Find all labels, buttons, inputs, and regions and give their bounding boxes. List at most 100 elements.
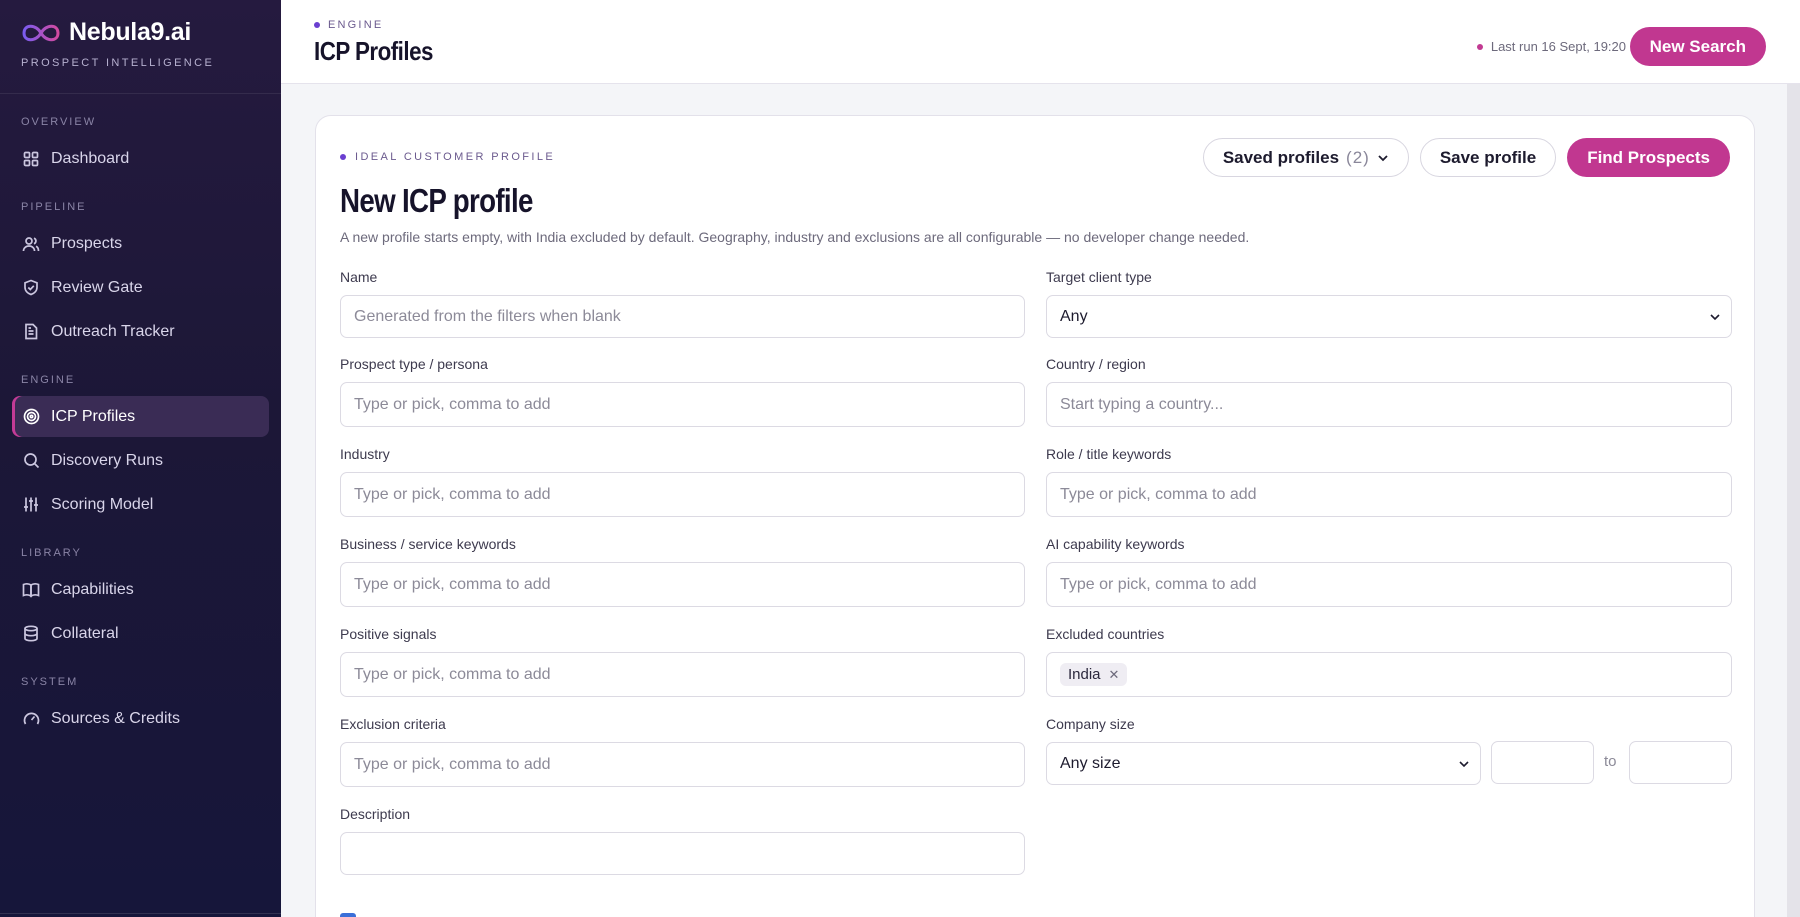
sidebar-item-label: ICP Profiles xyxy=(51,407,136,425)
card-title: New ICP profile xyxy=(340,182,533,219)
search-icon xyxy=(22,452,40,470)
card-subtitle: A new profile starts empty, with India e… xyxy=(340,229,1250,245)
sidebar-item-discovery-runs[interactable]: Discovery Runs xyxy=(12,440,269,481)
industry-group: Industry xyxy=(340,446,1025,517)
nav-section-engine: ENGINE xyxy=(21,374,76,386)
sidebar-item-outreach-tracker[interactable]: Outreach Tracker xyxy=(12,311,269,352)
sidebar-item-label: Scoring Model xyxy=(51,495,154,513)
country-input[interactable] xyxy=(1046,382,1732,427)
target-client-type-select[interactable]: Any xyxy=(1046,295,1732,338)
sidebar-item-label: Capabilities xyxy=(51,580,134,598)
eyebrow-label: IDEAL CUSTOMER PROFILE xyxy=(355,151,556,163)
icp-profile-card: IDEAL CUSTOMER PROFILE New ICP profile A… xyxy=(315,115,1755,917)
breadcrumb: ENGINE xyxy=(314,19,383,31)
company-size-select[interactable]: Any size xyxy=(1046,742,1481,785)
chevron-down-icon xyxy=(1378,154,1388,161)
country-group: Country / region xyxy=(1046,356,1732,427)
sidebar-item-icp-profiles[interactable]: ICP Profiles xyxy=(12,396,269,437)
save-profile-button[interactable]: Save profile xyxy=(1419,138,1557,177)
description-input[interactable] xyxy=(340,832,1025,875)
active-checkbox[interactable] xyxy=(340,913,356,917)
sidebar-item-sources-credits[interactable]: Sources & Credits xyxy=(12,698,269,739)
sidebar-item-scoring-model[interactable]: Scoring Model xyxy=(12,484,269,525)
prospect-type-input[interactable] xyxy=(340,382,1025,427)
excluded-countries-group: Excluded countries India ✕ xyxy=(1046,626,1732,697)
sidebar-divider xyxy=(0,913,281,917)
excluded-countries-label: Excluded countries xyxy=(1046,626,1165,642)
sliders-icon xyxy=(22,496,40,514)
name-label: Name xyxy=(340,269,378,285)
sidebar-item-review-gate[interactable]: Review Gate xyxy=(12,267,269,308)
positive-signals-label: Positive signals xyxy=(340,626,437,642)
sidebar-item-label: Collateral xyxy=(51,624,119,642)
role-keywords-group: Role / title keywords xyxy=(1046,446,1732,517)
sidebar-item-dashboard[interactable]: Dashboard xyxy=(12,138,269,179)
excluded-countries-input[interactable]: India ✕ xyxy=(1046,652,1732,697)
scrollbar[interactable] xyxy=(1787,84,1800,917)
saved-profiles-button[interactable]: Saved profiles (2) xyxy=(1202,138,1409,177)
target-icon xyxy=(22,408,40,426)
status-dot-icon xyxy=(1476,43,1483,50)
eyebrow-dot-icon xyxy=(340,154,346,160)
find-prospects-button[interactable]: Find Prospects xyxy=(1567,138,1730,177)
sidebar-item-label: Outreach Tracker xyxy=(51,322,175,340)
new-search-button[interactable]: New Search xyxy=(1629,27,1766,66)
shield-check-icon xyxy=(22,279,40,297)
sidebar-item-label: Dashboard xyxy=(51,149,130,167)
nav-section-library: LIBRARY xyxy=(21,547,82,559)
name-input[interactable] xyxy=(340,295,1025,338)
company-size-label: Company size xyxy=(1046,716,1135,732)
chip-label: India xyxy=(1068,666,1101,683)
sidebar-item-capabilities[interactable]: Capabilities xyxy=(12,569,269,610)
sidebar-item-label: Review Gate xyxy=(51,278,143,296)
target-client-type-value: Any xyxy=(1060,307,1088,325)
business-keywords-group: Business / service keywords xyxy=(340,536,1025,607)
page-title: ICP Profiles xyxy=(314,36,433,66)
sidebar: Nebula9.ai PROSPECT INTELLIGENCE OVERVIE… xyxy=(0,0,281,917)
last-run-status: Last run 16 Sept, 19:20 xyxy=(1476,39,1626,54)
gauge-icon xyxy=(22,710,40,728)
prospect-type-label: Prospect type / persona xyxy=(340,356,488,372)
saved-profiles-label: Saved profiles xyxy=(1222,147,1340,167)
breadcrumb-dot-icon xyxy=(314,22,320,28)
nav-section-pipeline: PIPELINE xyxy=(21,201,87,213)
nav-section-system: SYSTEM xyxy=(21,676,79,688)
ai-keywords-input[interactable] xyxy=(1046,562,1732,607)
topbar: ENGINE ICP Profiles Last run 16 Sept, 19… xyxy=(281,0,1800,84)
excluded-country-chip: India ✕ xyxy=(1060,663,1128,686)
prospect-type-group: Prospect type / persona xyxy=(340,356,1025,427)
positive-signals-input[interactable] xyxy=(340,652,1025,697)
database-icon xyxy=(22,625,40,643)
sidebar-item-label: Discovery Runs xyxy=(51,451,164,469)
business-keywords-input[interactable] xyxy=(340,562,1025,607)
ai-keywords-group: AI capability keywords xyxy=(1046,536,1732,607)
chevron-down-icon xyxy=(1710,313,1720,320)
target-client-type-label: Target client type xyxy=(1046,269,1152,285)
exclusion-criteria-group: Exclusion criteria xyxy=(340,716,1025,787)
company-size-group: Company size Any size xyxy=(1046,716,1481,785)
remove-chip-icon[interactable]: ✕ xyxy=(1109,667,1120,683)
role-keywords-input[interactable] xyxy=(1046,472,1732,517)
last-run-text: Last run 16 Sept, 19:20 xyxy=(1490,39,1626,54)
sidebar-item-collateral[interactable]: Collateral xyxy=(12,613,269,654)
target-client-type-group: Target client type Any xyxy=(1046,269,1732,338)
sidebar-item-prospects[interactable]: Prospects xyxy=(12,223,269,264)
grid-icon xyxy=(22,150,40,168)
industry-label: Industry xyxy=(340,446,390,462)
business-keywords-label: Business / service keywords xyxy=(340,536,516,552)
exclusion-criteria-input[interactable] xyxy=(340,742,1025,787)
breadcrumb-label: ENGINE xyxy=(328,19,384,31)
sidebar-item-label: Prospects xyxy=(51,234,123,252)
company-size-max-input[interactable] xyxy=(1629,741,1732,784)
card-eyebrow: IDEAL CUSTOMER PROFILE xyxy=(340,151,555,163)
users-icon xyxy=(22,235,40,253)
company-size-min-input[interactable] xyxy=(1491,741,1594,784)
description-group: Description xyxy=(340,806,1025,875)
name-field-group: Name xyxy=(340,269,1025,338)
ai-keywords-label: AI capability keywords xyxy=(1046,536,1185,552)
card-actions: Saved profiles (2) Save profile Find Pro… xyxy=(1202,138,1730,177)
saved-profiles-count: (2) xyxy=(1346,147,1370,167)
description-label: Description xyxy=(340,806,411,822)
industry-input[interactable] xyxy=(340,472,1025,517)
positive-signals-group: Positive signals xyxy=(340,626,1025,697)
